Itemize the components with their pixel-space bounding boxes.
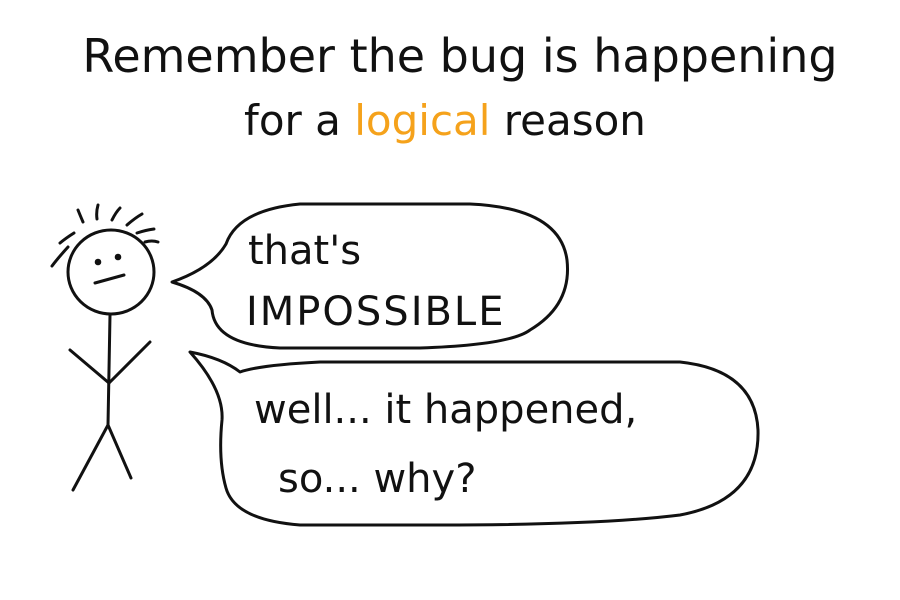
stick-figure [50,203,160,492]
title-line-1: Remember the bug is happening [82,29,837,83]
comic-panel: Remember the bug is happening for a logi… [50,29,838,527]
title-line-2: for a logical reason [244,96,646,145]
left-leg [71,423,110,492]
bubble-bottom-line-1: well... it happened, [254,387,637,433]
right-arm [107,340,152,385]
head [66,228,156,316]
right-leg [106,423,133,480]
right-eye [114,253,122,261]
mouth [93,273,126,285]
bubble-bottom-line-2: so... why? [278,456,476,502]
hair-strokes [50,203,160,268]
left-arm [68,348,111,385]
bubble-top-line-2: IMPOSSIBLE [246,289,506,335]
torso [106,313,112,427]
title-line-2-end: reason [490,96,645,145]
left-eye [94,258,102,266]
title-highlight-word: logical [354,96,490,145]
title-line-2-start: for a [244,96,354,145]
bubble-top-line-1: that's [248,228,361,274]
